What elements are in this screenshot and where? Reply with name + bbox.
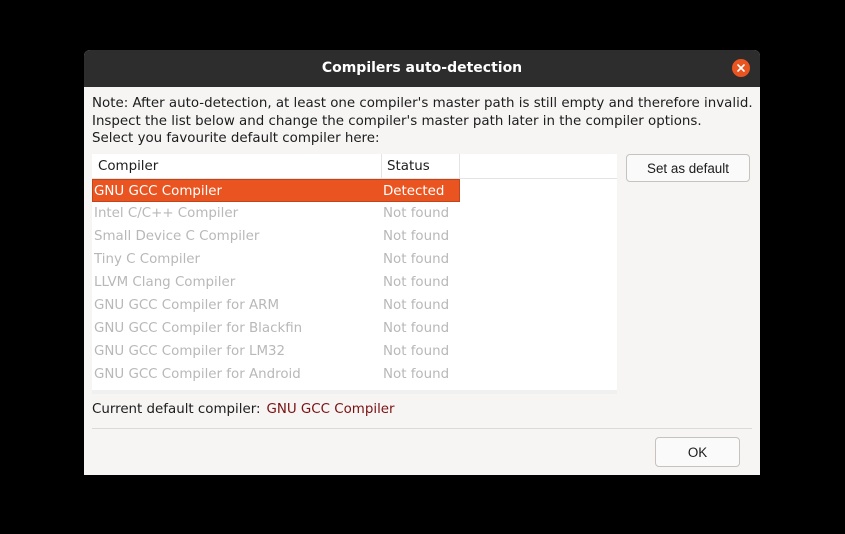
compiler-status: Detected	[383, 184, 445, 199]
list-header: Compiler Status	[92, 154, 617, 179]
compiler-status: Not found	[383, 344, 450, 359]
column-header-compiler[interactable]: Compiler	[92, 154, 382, 178]
compiler-row[interactable]: Intel C/C++ Compiler Not found	[92, 202, 460, 225]
compilers-dialog: Compilers auto-detection Note: After aut…	[84, 50, 760, 475]
separator	[92, 428, 752, 429]
auto-detection-note: Note: After auto-detection, at least one…	[92, 95, 756, 148]
note-line: Note: After auto-detection, at least one…	[92, 96, 753, 111]
compiler-name: GNU GCC Compiler	[94, 184, 223, 199]
column-header-status[interactable]: Status	[382, 154, 460, 178]
close-icon	[737, 64, 745, 72]
compiler-status: Not found	[383, 275, 450, 290]
compiler-list[interactable]: Compiler Status GNU GCC Compiler Detecte…	[92, 154, 617, 394]
window-title: Compilers auto-detection	[321, 60, 523, 76]
ok-button[interactable]: OK	[655, 437, 740, 467]
compiler-row[interactable]: Tiny C Compiler Not found	[92, 248, 460, 271]
compiler-row[interactable]: Small Device C Compiler Not found	[92, 225, 460, 248]
close-button[interactable]	[732, 59, 750, 77]
compiler-name: GNU GCC Compiler for ARM	[94, 298, 279, 313]
note-line: Inspect the list below and change the co…	[92, 113, 702, 129]
compiler-name: Tiny C Compiler	[94, 252, 201, 267]
compiler-name: Small Device C Compiler	[94, 229, 260, 244]
compiler-row[interactable]: LLVM Clang Compiler Not found	[92, 271, 460, 294]
compiler-name: GNU GCC Compiler for LM32	[94, 344, 286, 359]
compiler-row-selected[interactable]: GNU GCC Compiler Detected	[92, 179, 460, 202]
title-bar[interactable]: Compilers auto-detection	[84, 50, 760, 87]
current-default-value: GNU GCC Compiler	[266, 402, 395, 417]
compiler-name: Intel C/C++ Compiler	[94, 206, 239, 221]
compiler-status: Not found	[383, 252, 450, 267]
compiler-status: Not found	[383, 367, 450, 382]
compiler-name: GNU GCC Compiler for Android	[94, 367, 301, 382]
compiler-name: LLVM Clang Compiler	[94, 275, 236, 290]
current-default-label: Current default compiler:	[92, 402, 261, 417]
compiler-name: GNU GCC Compiler for Blackfin	[94, 321, 303, 336]
compiler-row[interactable]: GNU GCC Compiler for LM32 Not found	[92, 340, 460, 363]
compiler-row[interactable]: GNU GCC Compiler for Blackfin Not found	[92, 317, 460, 340]
set-as-default-button[interactable]: Set as default	[626, 154, 750, 182]
compiler-row[interactable]: GNU GCC Compiler for ARM Not found	[92, 294, 460, 317]
compiler-status: Not found	[383, 298, 450, 313]
compiler-status: Not found	[383, 229, 450, 244]
compiler-status: Not found	[383, 321, 450, 336]
current-default-compiler: Current default compiler: GNU GCC Compile…	[92, 401, 395, 419]
note-line: Select you favourite default compiler he…	[92, 131, 380, 146]
compiler-status: Not found	[383, 206, 450, 221]
horizontal-scrollbar[interactable]	[92, 390, 617, 394]
compiler-row[interactable]: GNU GCC Compiler for Android Not found	[92, 363, 460, 386]
